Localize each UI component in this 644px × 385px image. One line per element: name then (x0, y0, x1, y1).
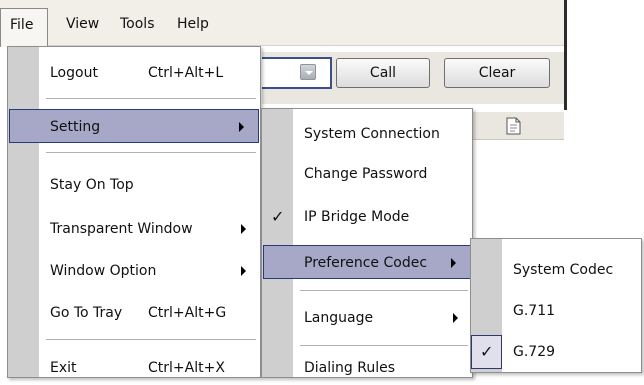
number-combobox[interactable] (262, 57, 332, 89)
menu-item-label: Transparent Window (50, 221, 193, 237)
menu-item-label: Stay On Top (50, 177, 134, 193)
menu-item-change-password[interactable]: Change Password (262, 157, 472, 191)
setting-submenu: System Connection Change Password ✓ IP B… (261, 108, 473, 378)
menu-help[interactable]: Help (177, 13, 209, 35)
menu-item-window-option[interactable]: Window Option (8, 254, 260, 288)
menu-item-label: G.711 (513, 303, 556, 319)
combo-dropdown-icon[interactable] (300, 64, 316, 80)
menu-item-g729[interactable]: ✓ G.729 (471, 335, 641, 369)
menu-item-label: Change Password (304, 166, 428, 182)
menu-separator (300, 290, 468, 291)
file-menu: Logout Ctrl+Alt+L Setting Stay On Top Tr… (7, 46, 261, 378)
menu-item-ip-bridge-mode[interactable]: ✓ IP Bridge Mode (262, 200, 472, 234)
menu-item-shortcut: Ctrl+Alt+L (148, 65, 224, 81)
menu-item-label: System Connection (304, 126, 440, 142)
call-button[interactable]: Call (336, 58, 430, 88)
document-icon[interactable] (504, 116, 524, 136)
menu-item-transparent-window[interactable]: Transparent Window (8, 212, 260, 246)
menu-item-label: Window Option (50, 263, 157, 279)
menu-separator (46, 152, 256, 153)
menu-item-g711[interactable]: G.711 (471, 294, 641, 328)
menu-view[interactable]: View (66, 13, 99, 35)
menu-item-setting[interactable]: Setting (9, 109, 259, 143)
codec-submenu: System Codec G.711 ✓ G.729 (470, 238, 642, 373)
menu-file[interactable]: File (0, 8, 48, 47)
menu-item-label: Preference Codec (304, 255, 428, 271)
menu-item-label: Language (304, 310, 374, 326)
submenu-arrow-icon (239, 122, 244, 132)
clear-button[interactable]: Clear (444, 58, 550, 88)
checkmark-icon: ✓ (271, 207, 285, 226)
menu-separator (300, 345, 468, 346)
submenu-arrow-icon (241, 224, 246, 234)
menu-item-preference-codec[interactable]: Preference Codec (263, 245, 471, 279)
menu-item-system-codec[interactable]: System Codec (471, 253, 641, 287)
menu-item-label: IP Bridge Mode (304, 209, 410, 225)
menu-item-label: Exit (50, 360, 77, 376)
menu-item-logout[interactable]: Logout Ctrl+Alt+L (8, 56, 260, 90)
menu-separator (46, 339, 256, 340)
menu-item-system-connection[interactable]: System Connection (262, 117, 472, 151)
menu-item-label: System Codec (513, 262, 614, 278)
menu-item-label: G.729 (513, 344, 556, 360)
menu-item-stay-on-top[interactable]: Stay On Top (8, 168, 260, 202)
menu-item-shortcut: Ctrl+Alt+G (148, 305, 227, 321)
menu-item-label: Go To Tray (50, 305, 123, 321)
submenu-arrow-icon (451, 258, 456, 268)
menu-item-label: Setting (50, 119, 101, 135)
menu-item-label: Dialing Rules (304, 360, 396, 376)
menu-item-go-to-tray[interactable]: Go To Tray Ctrl+Alt+G (8, 296, 260, 330)
window-border (564, 0, 567, 110)
menu-item-dialing-rules[interactable]: Dialing Rules (262, 351, 472, 385)
menu-separator (46, 98, 256, 99)
menu-item-label: Logout (50, 65, 98, 81)
menu-item-language[interactable]: Language (262, 301, 472, 335)
checkmark-icon: ✓ (480, 342, 494, 361)
menu-item-shortcut: Ctrl+Alt+X (148, 360, 225, 376)
menu-item-exit[interactable]: Exit Ctrl+Alt+X (8, 351, 260, 385)
submenu-arrow-icon (241, 266, 246, 276)
menu-tools[interactable]: Tools (120, 13, 155, 35)
submenu-arrow-icon (453, 313, 458, 323)
